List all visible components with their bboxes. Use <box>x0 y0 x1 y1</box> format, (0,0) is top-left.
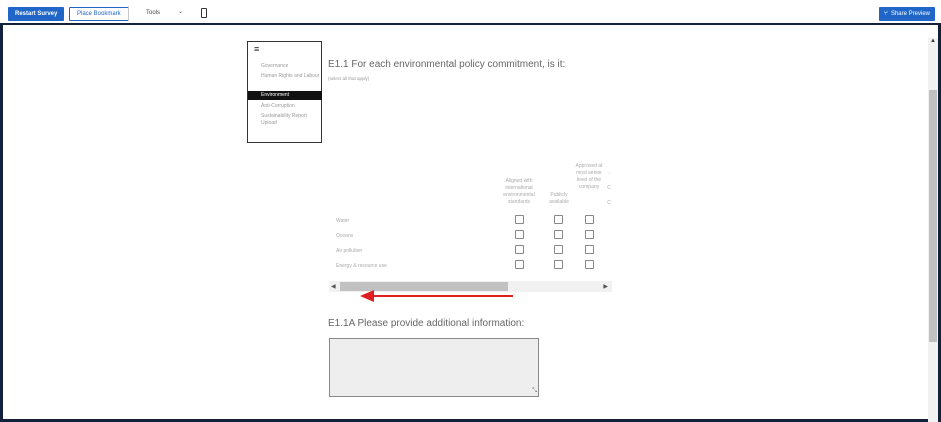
top-toolbar: Restart Survey Place Bookmark Tools ⌄ ⑂ S… <box>0 0 941 25</box>
table-of-contents: ≡ Governance Human Rights and Labour Env… <box>247 41 322 143</box>
annotation-arrow-icon <box>360 290 513 302</box>
row-label-energy: Energy & resource use <box>336 263 387 269</box>
toc-item-human-rights[interactable]: Human Rights and Labour <box>261 73 321 80</box>
checkbox[interactable] <box>585 260 594 269</box>
toc-item-sustainability-report[interactable]: Sustainability Report Upload <box>261 113 321 127</box>
toc-item-governance[interactable]: Governance <box>261 63 321 70</box>
column-header-aligned: Aligned with international environmental… <box>503 178 535 205</box>
checkbox[interactable] <box>554 260 563 269</box>
vertical-scrollbar-thumb[interactable] <box>929 90 937 342</box>
checkbox[interactable] <box>554 245 563 254</box>
tools-menu[interactable]: Tools <box>146 10 160 16</box>
share-icon: ⑂ <box>883 10 888 17</box>
hamburger-menu-icon[interactable]: ≡ <box>254 45 259 54</box>
checkbox[interactable] <box>515 215 524 224</box>
checkbox[interactable] <box>585 245 594 254</box>
column-header-partial: : <box>608 171 610 177</box>
scroll-left-icon[interactable]: ◀ <box>331 283 336 290</box>
checkbox[interactable] <box>554 230 563 239</box>
checkbox[interactable] <box>515 260 524 269</box>
share-preview-button[interactable]: ⑂ Share Preview <box>878 7 935 21</box>
question-e1-1-title: E1.1 For each environmental policy commi… <box>328 59 566 70</box>
checkbox[interactable] <box>515 245 524 254</box>
resize-grip-icon[interactable]: ⤡ <box>532 388 537 395</box>
restart-survey-button[interactable]: Restart Survey <box>8 7 65 21</box>
toolbar-divider <box>128 6 129 21</box>
column-header-partial: C <box>607 200 611 206</box>
column-header-publicly-available: Publicly available <box>549 192 569 205</box>
vertical-scrollbar[interactable]: ▲ <box>928 38 938 422</box>
row-label-air-pollution: Air pollution <box>336 248 363 254</box>
checkbox[interactable] <box>554 215 563 224</box>
toc-item-environment[interactable]: Environment <box>248 91 322 100</box>
place-bookmark-button[interactable]: Place Bookmark <box>69 7 129 21</box>
mobile-device-icon[interactable] <box>201 8 207 18</box>
row-label-water: Water <box>336 218 350 224</box>
checkbox[interactable] <box>515 230 524 239</box>
column-header-partial: C <box>607 185 611 191</box>
question-e1-1-instruction: (select all that apply) <box>328 76 370 81</box>
scroll-right-icon[interactable]: ▶ <box>603 283 608 290</box>
toc-item-anti-corruption[interactable]: Anti-Corruption <box>261 103 321 110</box>
row-label-oceans: Oceans <box>336 233 354 239</box>
checkbox[interactable] <box>585 215 594 224</box>
question-e1-1a-title: E1.1A Please provide additional informat… <box>328 318 525 329</box>
chevron-down-icon[interactable]: ⌄ <box>178 8 183 15</box>
share-preview-label: Share Preview <box>890 11 930 17</box>
additional-info-textarea[interactable]: ⤡ <box>329 338 539 397</box>
column-header-approved: Approved at most senior level of the com… <box>575 163 603 190</box>
checkbox[interactable] <box>585 230 594 239</box>
scroll-up-icon[interactable]: ▲ <box>930 38 936 44</box>
